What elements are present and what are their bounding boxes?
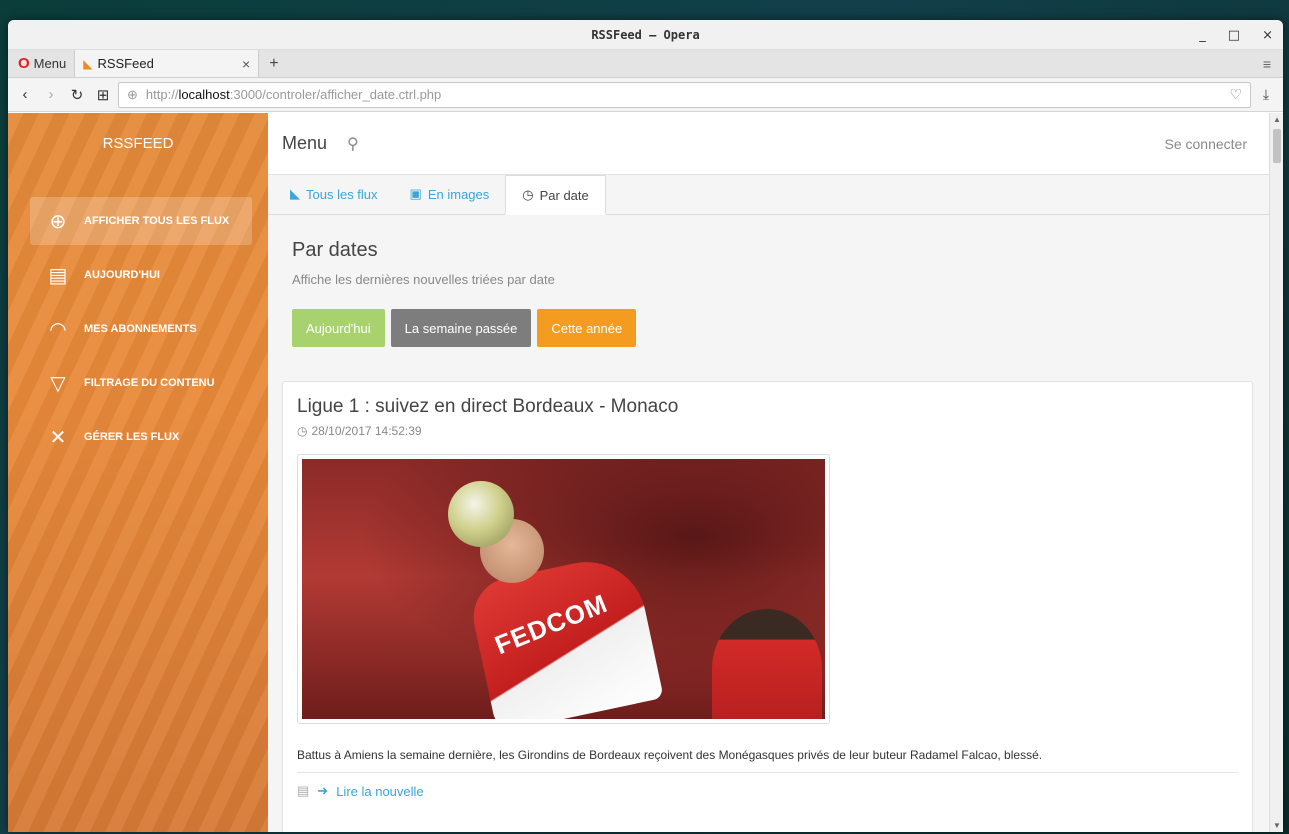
rss-favicon-icon: ◣	[83, 56, 93, 71]
scrollbar-thumb[interactable]	[1273, 129, 1281, 163]
window-title: RSSFeed – Opera	[591, 27, 700, 42]
sidebar-brand: RSSFEED	[102, 135, 174, 152]
feed-tabs: ◣ Tous les flux ▣ En images ◷ Par date	[268, 175, 1283, 215]
today-button[interactable]: Aujourd'hui	[292, 309, 385, 347]
article-date: ◷ 28/10/2017 14:52:39	[297, 424, 422, 438]
this-year-button[interactable]: Cette année	[537, 309, 637, 347]
main-panel: Menu ⚲ Se connecter ◣ Tous les flux ▣ En…	[268, 113, 1283, 832]
sidebar-item-label: GÉRER LES FLUX	[84, 431, 180, 443]
by-date-section: Par dates Affiche les dernières nouvelle…	[268, 215, 1283, 347]
rss-icon: ◣	[290, 186, 300, 201]
date-filter-buttons: Aujourd'hui La semaine passée Cette anné…	[292, 309, 1259, 347]
tab-images[interactable]: ▣ En images	[394, 174, 506, 214]
maximize-button[interactable]: □	[1228, 28, 1240, 43]
minimize-button[interactable]: _	[1199, 28, 1206, 43]
globe-icon: ⊕	[49, 210, 67, 233]
speed-dial-icon[interactable]: ⊞	[92, 86, 114, 104]
heart-icon[interactable]: ♡	[1229, 86, 1242, 103]
sidebar-item-label: FILTRAGE DU CONTENU	[84, 377, 215, 389]
sidebar-item-today[interactable]: ▤ AUJOURD'HUI	[30, 251, 252, 299]
top-navbar: Menu ⚲ Se connecter	[268, 113, 1283, 175]
image-icon: ▣	[409, 186, 422, 201]
back-icon[interactable]: ‹	[14, 86, 36, 103]
article-photo: FEDCOM	[302, 459, 825, 719]
sidebar-item-label: MES ABONNEMENTS	[84, 323, 197, 335]
sidebar-item-label: AFFICHER TOUS LES FLUX	[84, 215, 230, 227]
last-week-button[interactable]: La semaine passée	[390, 309, 532, 347]
article-description: Battus à Amiens la semaine dernière, les…	[297, 748, 1238, 773]
page-content: RSSFEED ⊕ AFFICHER TOUS LES FLUX ▤ AUJOU…	[8, 113, 1283, 832]
login-link[interactable]: Se connecter	[1165, 136, 1248, 152]
new-tab-button[interactable]: +	[259, 50, 288, 77]
url-field[interactable]: ⊕ http://localhost:3000/controler/affich…	[118, 81, 1251, 108]
clock-icon: ◷	[297, 424, 308, 438]
football-icon	[448, 481, 514, 547]
forward-icon[interactable]: ›	[40, 86, 62, 103]
sidebar: RSSFEED ⊕ AFFICHER TOUS LES FLUX ▤ AUJOU…	[8, 113, 268, 832]
sidebar-item-subscriptions[interactable]: ◠ MES ABONNEMENTS	[30, 305, 252, 353]
address-bar: ‹ › ↻ ⊞ ⊕ http://localhost:3000/controle…	[8, 78, 1283, 112]
url-text: http://localhost:3000/controler/afficher…	[145, 87, 442, 102]
tab-menu-icon[interactable]: ≡	[1251, 50, 1283, 77]
browser-tab-bar: O Menu ◣ RSSFeed × + ≡	[8, 50, 1283, 78]
close-tab-icon[interactable]: ×	[242, 56, 250, 72]
scroll-down-icon[interactable]: ▼	[1270, 821, 1283, 830]
arrow-right-icon: ➜	[317, 783, 329, 798]
newspaper-icon: ▤	[48, 264, 68, 287]
browser-window: RSSFeed – Opera _ □ × O Menu ◣ RSSFeed ×…	[8, 20, 1283, 832]
browser-tab-title: RSSFeed	[97, 56, 154, 71]
navbar-menu-label[interactable]: Menu	[282, 133, 327, 154]
scroll-up-icon[interactable]: ▲	[1270, 115, 1283, 124]
title-bar: RSSFeed – Opera _ □ ×	[8, 20, 1283, 50]
close-window-button[interactable]: ×	[1262, 28, 1273, 43]
sidebar-item-manage-feeds[interactable]: ✕ GÉRER LES FLUX	[30, 413, 252, 461]
section-title: Par dates	[292, 239, 378, 261]
sidebar-item-label: AUJOURD'HUI	[84, 269, 160, 281]
globe-icon: ⊕	[127, 86, 138, 102]
download-icon[interactable]: ⤓	[1255, 86, 1277, 103]
read-more-row: ▤ ➜ Lire la nouvelle	[297, 783, 1238, 799]
sidebar-item-all-feeds[interactable]: ⊕ AFFICHER TOUS LES FLUX	[30, 197, 252, 245]
clock-icon: ◷	[522, 187, 534, 202]
article-card: Ligue 1 : suivez en direct Bordeaux - Mo…	[282, 381, 1253, 832]
sidebar-item-filtering[interactable]: ▽ FILTRAGE DU CONTENU	[30, 359, 252, 407]
tab-all-feeds[interactable]: ◣ Tous les flux	[274, 174, 394, 214]
read-more-link[interactable]: Lire la nouvelle	[336, 784, 423, 799]
window-controls: _ □ ×	[1199, 20, 1273, 50]
opera-menu-label: Menu	[33, 56, 67, 71]
tools-icon: ✕	[49, 426, 67, 449]
opera-menu-button[interactable]: O Menu	[8, 50, 74, 77]
article-title[interactable]: Ligue 1 : suivez en direct Bordeaux - Mo…	[297, 396, 1238, 418]
search-icon[interactable]: ⚲	[347, 134, 359, 154]
section-subtitle: Affiche les dernières nouvelles triées p…	[292, 272, 555, 287]
filter-icon: ▽	[50, 372, 66, 395]
opera-logo-icon: O	[18, 55, 30, 72]
wifi-icon: ◠	[49, 318, 67, 341]
page-scrollbar[interactable]: ▲ ▼	[1269, 113, 1283, 832]
browser-tab-rssfeed[interactable]: ◣ RSSFeed ×	[74, 50, 260, 77]
reload-icon[interactable]: ↻	[66, 86, 88, 104]
newspaper-icon: ▤	[297, 783, 310, 798]
tab-by-date[interactable]: ◷ Par date	[505, 175, 606, 215]
article-image: FEDCOM	[297, 454, 830, 724]
